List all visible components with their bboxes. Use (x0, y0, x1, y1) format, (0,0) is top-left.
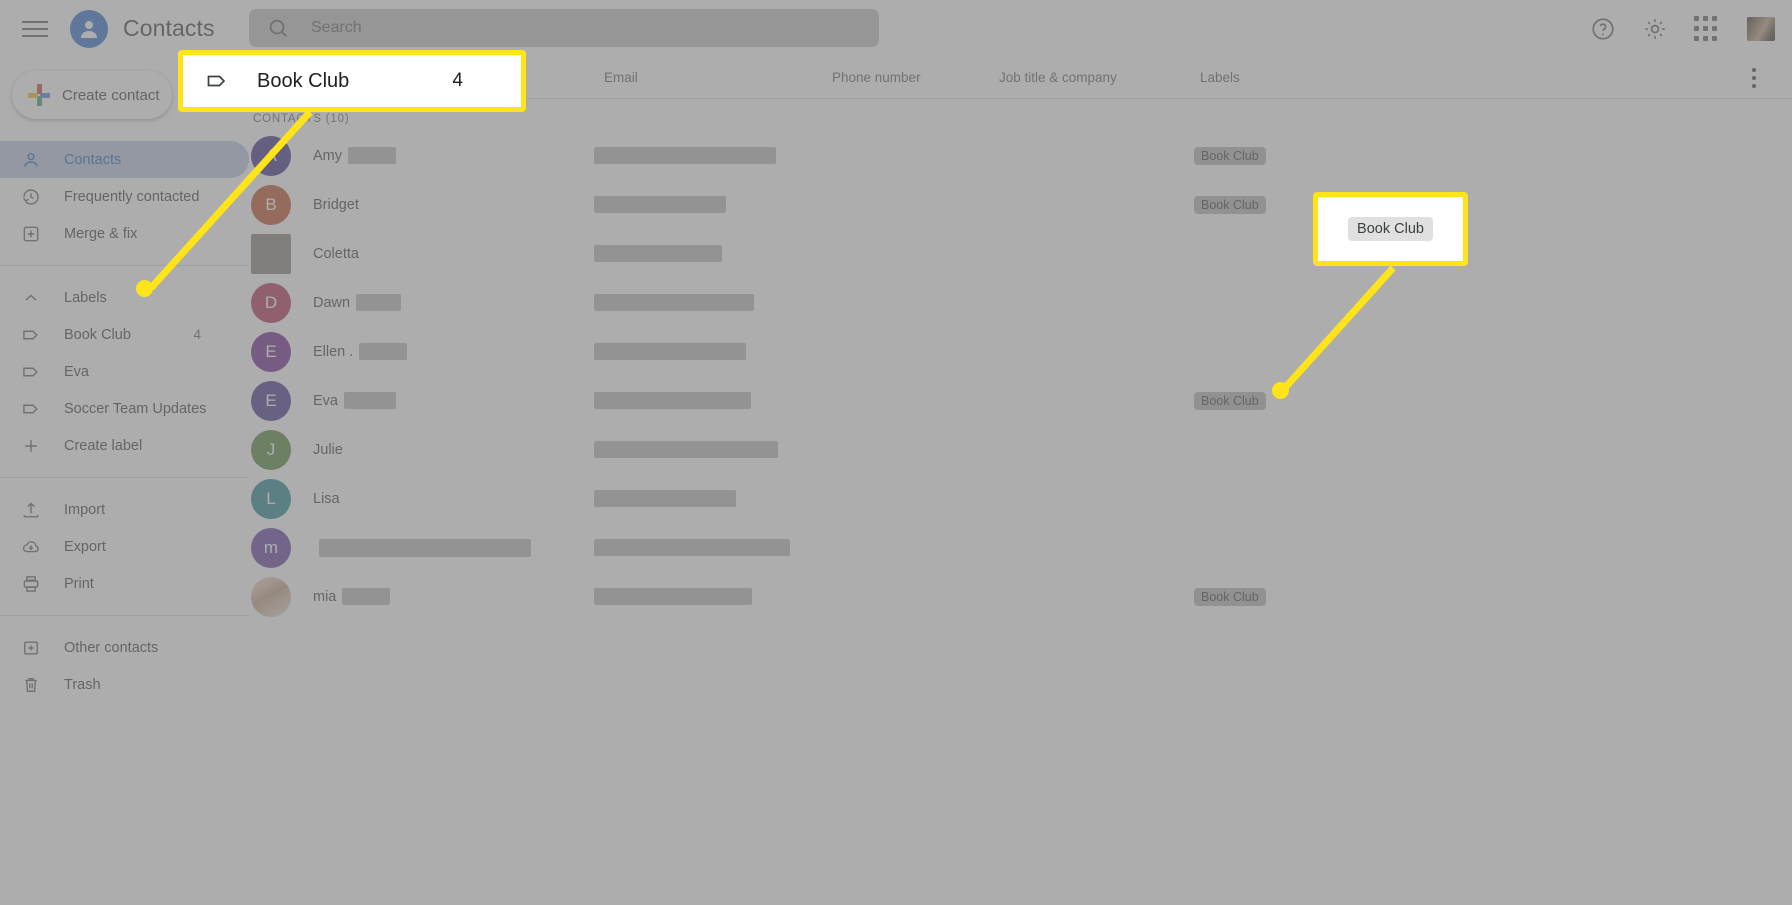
callout-label-text: Book Club (257, 69, 350, 92)
leader-dot-left (136, 280, 153, 297)
callout-book-club-label: Book Club 4 (178, 50, 526, 112)
callout-chip-text: Book Club (1348, 217, 1433, 241)
tag-icon (205, 69, 229, 93)
contacts-app-window: Contacts Search Create contact Contacts … (0, 0, 1792, 905)
leader-lines (148, 109, 1396, 393)
leader-dot-right (1272, 382, 1289, 399)
callout-label-count: 4 (452, 70, 463, 91)
callout-book-club-chip: Book Club (1313, 192, 1468, 266)
